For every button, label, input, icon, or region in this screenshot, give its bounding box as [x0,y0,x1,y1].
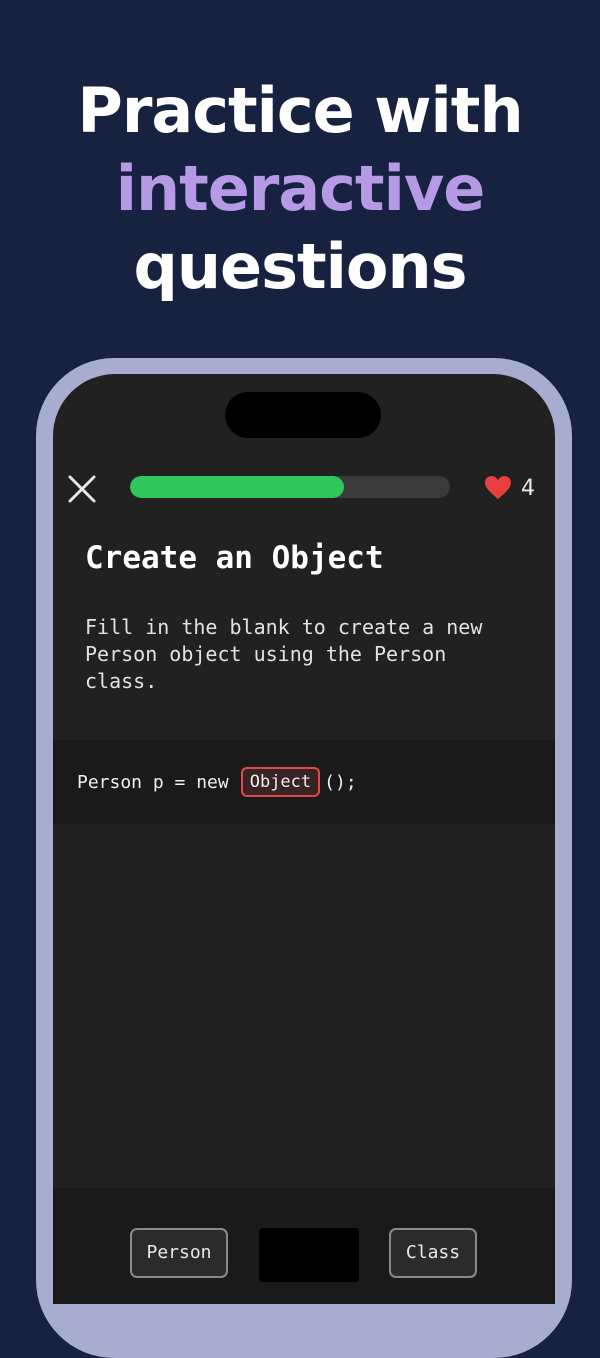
code-after-blank: (); [324,771,357,793]
progress-fill [130,476,345,498]
headline-line-2: interactive [115,152,486,225]
lives-indicator: 4 [485,474,535,502]
code-blank[interactable]: Object [240,767,321,797]
code-before-blank: Person p = new [77,771,229,793]
option-class-button[interactable]: Class [389,1228,477,1278]
heart-icon [485,476,511,499]
headline: Practice with interactive questions [0,72,600,306]
code-line: Person p = new Object (); [77,766,357,798]
question-prompt: Fill in the blank to create a new Person… [85,615,483,693]
progress-bar [130,476,450,498]
headline-line-1: Practice with [77,74,523,147]
phone-screen: 4 Create an Object Fill in the blank to … [53,374,555,1304]
headline-line-3: questions [133,230,468,303]
code-panel: Person p = new Object (); [53,740,555,824]
option-person-button[interactable]: Person [130,1228,228,1278]
close-button[interactable] [67,474,97,504]
question-title: Create an Object [85,540,384,576]
close-icon [68,475,96,503]
answer-options-bar: Person Class [53,1188,555,1304]
lives-count: 4 [521,475,535,501]
option-empty-slot [259,1228,359,1282]
dynamic-island [225,392,381,438]
